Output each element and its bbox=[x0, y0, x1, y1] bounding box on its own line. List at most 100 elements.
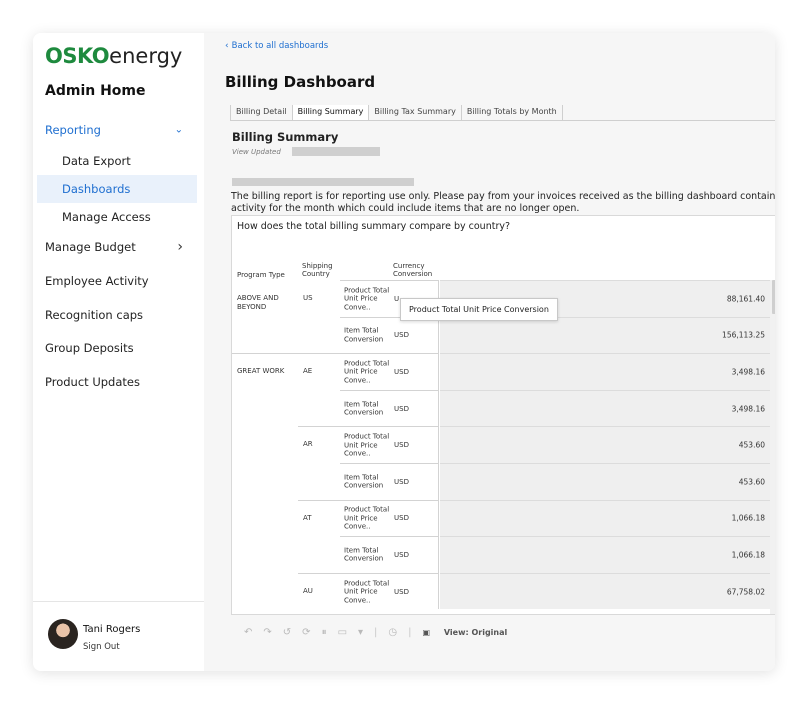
measure-cell: Product Total Unit Price Conve.. USD bbox=[340, 426, 439, 463]
sidebar-item-label: Manage Budget bbox=[45, 240, 136, 255]
view-original-label: View: Original bbox=[443, 627, 508, 637]
tab-billing-totals-by-month[interactable]: Billing Totals by Month bbox=[462, 105, 563, 120]
table-scrollbar[interactable] bbox=[770, 280, 775, 614]
refresh-icon[interactable]: ⟳ bbox=[302, 627, 310, 638]
measure-cell: Product Total Unit Price Conve.. USD bbox=[340, 353, 439, 390]
sidebar-item-label: Employee Activity bbox=[45, 273, 149, 288]
sidebar-nav: Reporting ⌄ Data Export Dashboards Manag… bbox=[37, 113, 197, 399]
measure-cell: Item Total Conversion USD bbox=[340, 316, 439, 354]
chevron-right-icon: › bbox=[177, 239, 183, 256]
undo-icon[interactable]: ↶ bbox=[244, 627, 252, 638]
sidebar-item-dashboards[interactable]: Dashboards bbox=[37, 174, 197, 203]
table-row: AU Product Total Unit Price Conve.. USD … bbox=[232, 572, 775, 610]
main-content: ‹ Back to all dashboards Billing Dashboar… bbox=[204, 33, 775, 671]
measure-name: Product Total Unit Price Conve.. bbox=[344, 359, 390, 385]
currency-label: USD bbox=[394, 441, 409, 450]
table-row: Item Total Conversion USD 1,066.18 bbox=[232, 536, 775, 573]
page-title: Billing Dashboard bbox=[225, 73, 376, 91]
sidebar-item-manage-budget[interactable]: Manage Budget › bbox=[37, 231, 197, 265]
currency-label: USD bbox=[394, 331, 409, 340]
sign-out-link[interactable]: Sign Out bbox=[83, 642, 120, 652]
metrics-icon[interactable]: ◷ bbox=[388, 627, 397, 638]
measure-tooltip: Product Total Unit Price Conversion bbox=[400, 298, 558, 321]
redo-icon[interactable]: ↷ bbox=[263, 627, 271, 638]
sidebar-item-label: Data Export bbox=[62, 153, 131, 168]
value-cell[interactable]: 1,066.18 bbox=[440, 536, 770, 573]
measure-cell: Item Total Conversion USD bbox=[340, 536, 439, 573]
back-link-label: Back to all dashboards bbox=[231, 41, 329, 51]
value-cell[interactable]: 3,498.16 bbox=[440, 353, 770, 390]
currency-label: USD bbox=[394, 587, 409, 596]
table-row: Item Total Conversion USD 156,113.25 bbox=[232, 316, 775, 354]
comment-icon[interactable]: ▭ bbox=[338, 627, 347, 638]
back-link[interactable]: ‹ Back to all dashboards bbox=[225, 41, 328, 51]
value-cell[interactable]: 3,498.16 bbox=[440, 389, 770, 427]
country-cell: AR bbox=[303, 440, 313, 449]
measure-name: Product Total Unit Price Conve.. bbox=[344, 286, 390, 312]
sidebar-item-recognition-caps[interactable]: Recognition caps bbox=[37, 298, 197, 332]
sidebar-item-group-deposits[interactable]: Group Deposits bbox=[37, 331, 197, 365]
dropdown-icon[interactable]: ▾ bbox=[358, 627, 363, 638]
value-cell[interactable]: 67,758.02 bbox=[440, 572, 770, 610]
app-window: OSKOenergy Admin Home Reporting ⌄ Data E… bbox=[33, 33, 775, 671]
redacted-text bbox=[232, 178, 414, 186]
sidebar-item-label: Product Updates bbox=[45, 374, 140, 389]
tab-billing-tax-summary[interactable]: Billing Tax Summary bbox=[369, 105, 462, 120]
value-cell[interactable]: 1,066.18 bbox=[440, 499, 770, 537]
table-row: AR Product Total Unit Price Conve.. USD … bbox=[232, 426, 775, 463]
measure-cell: Product Total Unit Price Conve.. USD bbox=[340, 572, 439, 610]
table-row: AT Product Total Unit Price Conve.. USD … bbox=[232, 499, 775, 537]
sidebar-item-label: Reporting bbox=[45, 122, 101, 137]
tab-billing-detail[interactable]: Billing Detail bbox=[230, 105, 293, 120]
billing-summary-table: How does the total billing summary compa… bbox=[231, 215, 775, 615]
sidebar-item-employee-activity[interactable]: Employee Activity bbox=[37, 264, 197, 298]
currency-label: USD bbox=[394, 550, 409, 559]
logo: OSKOenergy bbox=[45, 43, 182, 69]
sidebar-item-manage-access[interactable]: Manage Access bbox=[37, 203, 197, 231]
sidebar-item-product-updates[interactable]: Product Updates bbox=[37, 365, 197, 399]
revert-icon[interactable]: ↺ bbox=[283, 627, 291, 638]
value-cell[interactable]: 156,113.25 bbox=[440, 316, 770, 354]
chevron-down-icon: ⌄ bbox=[174, 124, 183, 136]
toolbar-divider: | bbox=[408, 626, 412, 638]
viz-toolbar: ↶ ↷ ↺ ⟳ ⏸ ▭ ▾ | ◷ | ▣ View: Original bbox=[244, 624, 529, 640]
table-question: How does the total billing summary compa… bbox=[237, 221, 511, 232]
value-text: 453.60 bbox=[738, 477, 765, 487]
billing-notice: The billing report is for reporting use … bbox=[231, 191, 775, 214]
sidebar-item-reporting[interactable]: Reporting ⌄ bbox=[37, 113, 197, 147]
sidebar-item-label: Manage Access bbox=[62, 209, 151, 224]
summary-title: Billing Summary bbox=[232, 130, 339, 144]
value-cell[interactable]: 453.60 bbox=[440, 426, 770, 463]
value-text: 3,498.16 bbox=[731, 404, 765, 414]
measure-name: Product Total Unit Price Conve.. bbox=[344, 432, 390, 458]
avatar[interactable] bbox=[48, 619, 78, 649]
sidebar: OSKOenergy Admin Home Reporting ⌄ Data E… bbox=[33, 33, 204, 671]
admin-home-title: Admin Home bbox=[45, 83, 146, 99]
currency-label: USD bbox=[394, 514, 409, 523]
measure-name: Item Total Conversion bbox=[344, 473, 384, 490]
sidebar-item-label: Dashboards bbox=[62, 181, 131, 196]
value-text: 156,113.25 bbox=[722, 330, 765, 340]
measure-name: Product Total Unit Price Conve.. bbox=[344, 578, 390, 604]
group-divider bbox=[298, 499, 340, 501]
country-cell: AT bbox=[303, 513, 312, 522]
measure-name: Item Total Conversion bbox=[344, 546, 384, 563]
value-cell[interactable]: 453.60 bbox=[440, 462, 770, 500]
pause-icon[interactable]: ⏸ bbox=[322, 627, 327, 638]
measure-name: Product Total Unit Price Conve.. bbox=[344, 505, 390, 531]
view-original-button[interactable]: ▣ View: Original bbox=[423, 628, 519, 637]
country-cell: AE bbox=[303, 367, 313, 376]
value-text: 1,066.18 bbox=[731, 550, 765, 560]
logo-suffix: energy bbox=[109, 44, 183, 68]
user-panel: Tani Rogers Sign Out bbox=[33, 601, 204, 671]
currency-label: USD bbox=[394, 367, 409, 376]
sidebar-item-data-export[interactable]: Data Export bbox=[37, 147, 197, 175]
group-divider bbox=[298, 572, 340, 574]
sidebar-item-label: Group Deposits bbox=[45, 341, 134, 356]
logo-brand: OSKO bbox=[45, 44, 110, 68]
tab-billing-summary[interactable]: Billing Summary bbox=[292, 105, 370, 120]
scrollbar-thumb[interactable] bbox=[772, 280, 775, 314]
table-body: ABOVE AND BEYOND US Product Total Unit P… bbox=[232, 280, 775, 610]
chevron-left-icon: ‹ bbox=[225, 41, 229, 51]
group-divider bbox=[232, 353, 340, 355]
